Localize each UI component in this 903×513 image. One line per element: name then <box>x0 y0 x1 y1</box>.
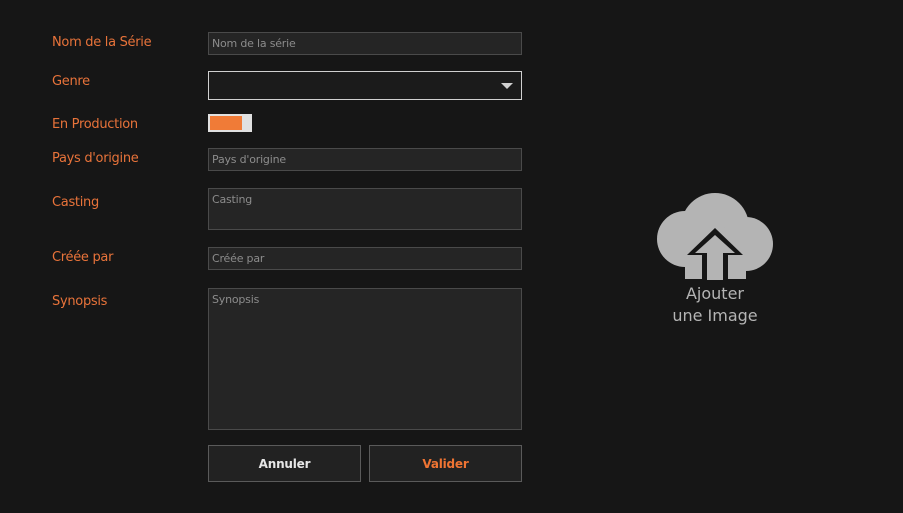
in-production-toggle[interactable] <box>208 114 252 132</box>
add-series-form: Nom de la Série Genre En Production Pays… <box>0 0 903 513</box>
add-image-dropzone[interactable]: Ajouter une Image <box>640 190 790 330</box>
add-image-label: Ajouter une Image <box>640 283 790 327</box>
casting-textarea[interactable] <box>208 188 522 230</box>
country-input[interactable] <box>208 148 522 171</box>
created-by-label: Créée par <box>52 250 114 265</box>
in-production-label: En Production <box>52 117 138 132</box>
series-name-input[interactable] <box>208 32 522 55</box>
toggle-knob <box>242 114 252 132</box>
casting-label: Casting <box>52 195 99 210</box>
synopsis-textarea[interactable] <box>208 288 522 430</box>
series-name-label: Nom de la Série <box>52 35 152 50</box>
genre-label: Genre <box>52 74 90 89</box>
genre-select[interactable] <box>208 71 522 100</box>
add-image-line2: une Image <box>672 306 758 325</box>
toggle-on-fill <box>210 116 242 130</box>
validate-button[interactable]: Valider <box>369 445 522 482</box>
synopsis-label: Synopsis <box>52 294 108 309</box>
cancel-button[interactable]: Annuler <box>208 445 361 482</box>
cloud-upload-icon <box>657 193 773 280</box>
created-by-input[interactable] <box>208 247 522 270</box>
country-label: Pays d'origine <box>52 151 139 166</box>
add-image-line1: Ajouter <box>685 284 744 303</box>
chevron-down-icon <box>501 83 513 89</box>
